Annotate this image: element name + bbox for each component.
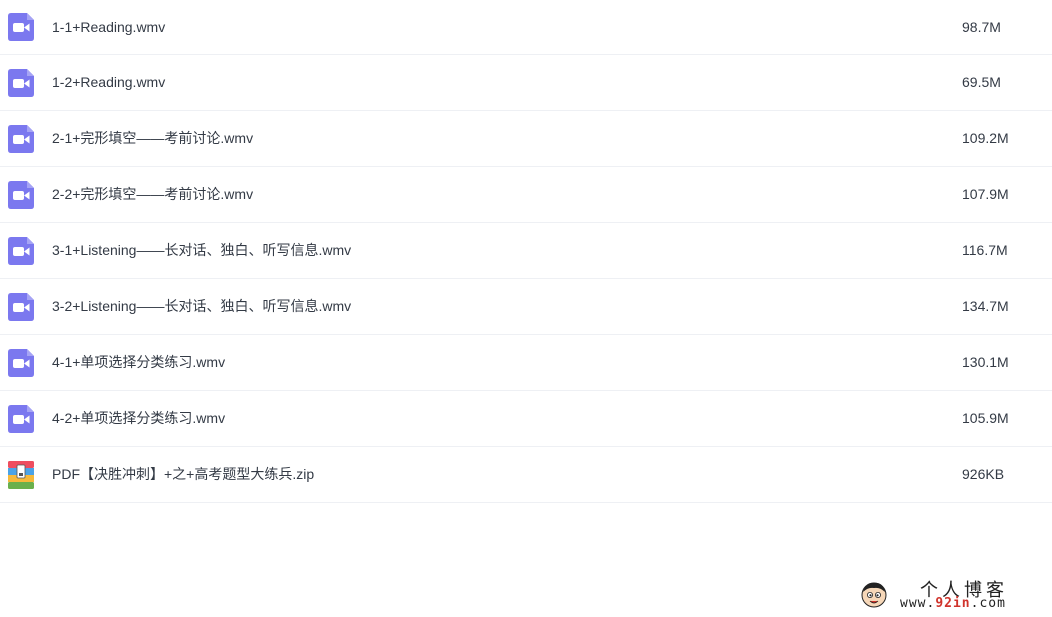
watermark-url-suffix: .com	[970, 596, 1006, 611]
file-size: 130.1M	[962, 354, 1009, 370]
file-size: 98.7M	[962, 19, 1001, 35]
mascot-face-icon	[861, 582, 887, 608]
file-size: 926KB	[962, 466, 1005, 482]
file-name: 1-2+Reading.wmv	[52, 74, 166, 90]
file-row-4[interactable]: 3-1+Listening——长对话、独白、听写信息.wmv 116.7M	[0, 223, 1052, 279]
file-name: 2-1+完形填空——考前讨论.wmv	[52, 130, 254, 146]
watermark-url-prefix: www.	[900, 596, 936, 611]
file-size: 116.7M	[962, 242, 1008, 258]
video-file-icon	[8, 237, 34, 265]
watermark-url: www.92in.com	[900, 596, 1006, 611]
file-row-3[interactable]: 2-2+完形填空——考前讨论.wmv 107.9M	[0, 167, 1052, 223]
file-name: 3-1+Listening——长对话、独白、听写信息.wmv	[52, 242, 352, 258]
file-list: 1-1+Reading.wmv 98.7M 1-2+Reading.wmv 69…	[0, 0, 1052, 503]
file-name: 4-1+单项选择分类练习.wmv	[52, 354, 226, 370]
file-row-7[interactable]: 4-2+单项选择分类练习.wmv 105.9M	[0, 391, 1052, 447]
video-file-icon	[8, 293, 34, 321]
watermark-url-accent: 92in	[935, 596, 971, 611]
file-size: 105.9M	[962, 410, 1009, 426]
video-file-icon	[8, 13, 34, 41]
file-size: 109.2M	[962, 130, 1009, 146]
video-file-icon	[8, 69, 34, 97]
file-name: 3-2+Listening——长对话、独白、听写信息.wmv	[52, 298, 352, 314]
file-row-2[interactable]: 2-1+完形填空——考前讨论.wmv 109.2M	[0, 111, 1052, 167]
file-name: 2-2+完形填空——考前讨论.wmv	[52, 186, 254, 202]
video-file-icon	[8, 405, 34, 433]
file-row-6[interactable]: 4-1+单项选择分类练习.wmv 130.1M	[0, 335, 1052, 391]
file-row-8[interactable]: PDF【决胜冲刺】+之+高考题型大练兵.zip 926KB	[0, 447, 1052, 503]
video-file-icon	[8, 349, 34, 377]
file-size: 134.7M	[962, 298, 1009, 314]
file-row-0[interactable]: 1-1+Reading.wmv 98.7M	[0, 0, 1052, 55]
file-name: PDF【决胜冲刺】+之+高考题型大练兵.zip	[52, 466, 315, 482]
video-file-icon	[8, 125, 34, 153]
zip-archive-icon	[8, 461, 34, 489]
file-row-1[interactable]: 1-2+Reading.wmv 69.5M	[0, 55, 1052, 111]
file-name: 1-1+Reading.wmv	[52, 19, 166, 35]
video-file-icon	[8, 181, 34, 209]
file-size: 107.9M	[962, 186, 1009, 202]
blog-watermark: 个人博客 www.92in.com	[856, 576, 1046, 612]
file-row-5[interactable]: 3-2+Listening——长对话、独白、听写信息.wmv 134.7M	[0, 279, 1052, 335]
file-name: 4-2+单项选择分类练习.wmv	[52, 410, 226, 426]
file-size: 69.5M	[962, 74, 1001, 90]
